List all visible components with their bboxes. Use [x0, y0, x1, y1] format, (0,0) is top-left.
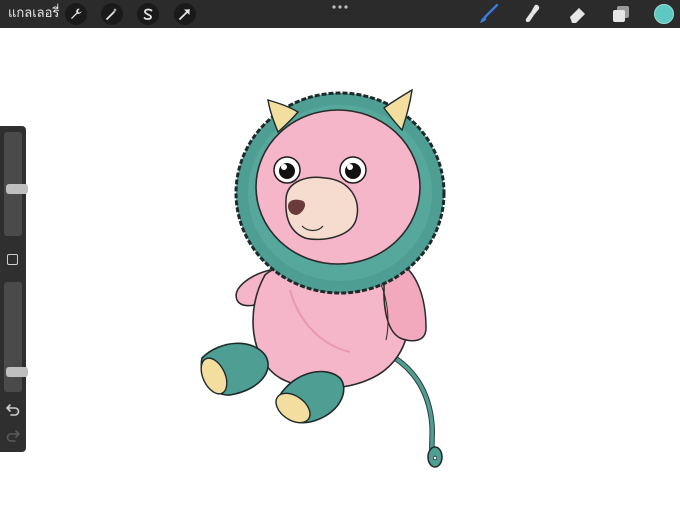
brush-size-handle[interactable]: [6, 183, 28, 194]
top-toolbar: แกลเลอรี่: [0, 0, 680, 28]
more-options-icon[interactable]: [331, 2, 349, 12]
selection-s-icon[interactable]: [137, 3, 159, 25]
canvas-illustration[interactable]: [190, 60, 460, 480]
left-sidebar: [0, 126, 28, 452]
brush-size-slider[interactable]: [4, 132, 28, 236]
magic-wand-icon[interactable]: [101, 3, 123, 25]
opacity-slider[interactable]: [4, 282, 28, 392]
modify-button[interactable]: [7, 254, 18, 265]
smudge-icon[interactable]: [522, 3, 546, 25]
brush-icon[interactable]: [477, 3, 501, 25]
transform-arrow-icon[interactable]: [174, 3, 196, 25]
gallery-button[interactable]: แกลเลอรี่: [8, 5, 59, 23]
eraser-icon[interactable]: [566, 3, 590, 25]
wrench-icon[interactable]: [65, 3, 87, 25]
opacity-handle[interactable]: [6, 367, 28, 377]
undo-icon[interactable]: [5, 402, 21, 416]
layers-icon[interactable]: [609, 3, 633, 25]
redo-icon[interactable]: [5, 428, 21, 442]
color-picker-button[interactable]: [654, 4, 674, 24]
